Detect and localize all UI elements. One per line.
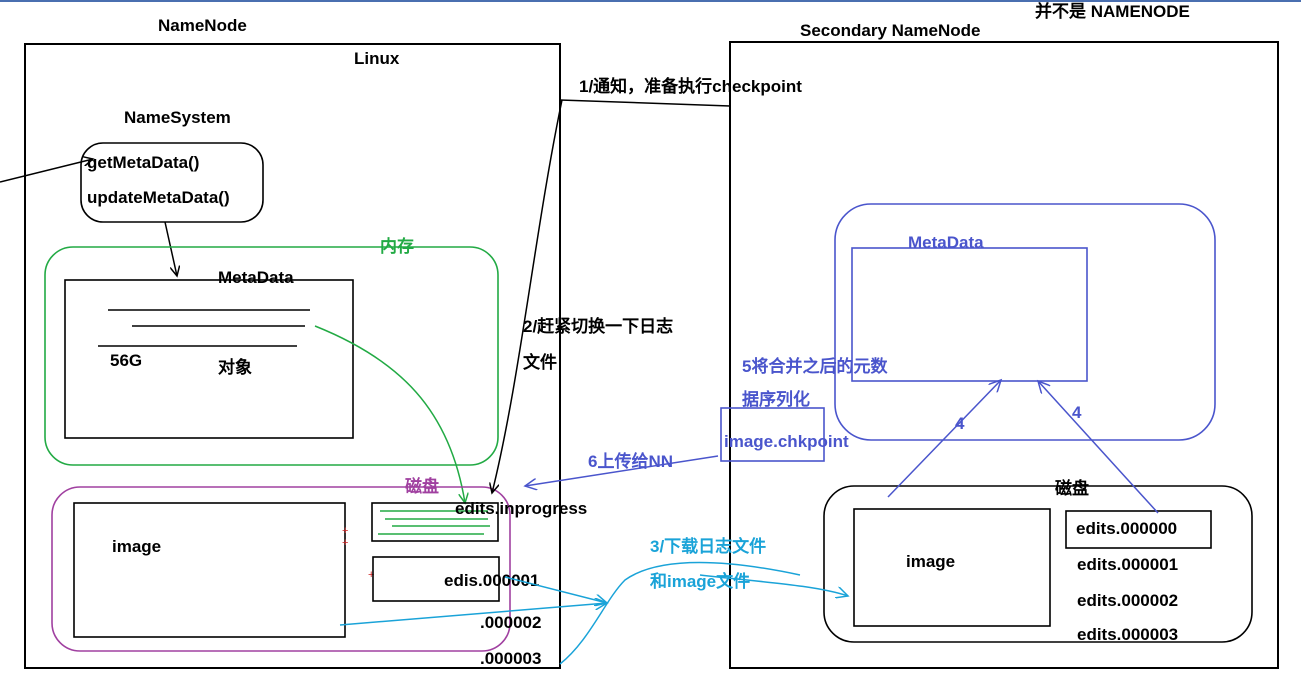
method-updatemetadata: updateMetaData(): [87, 188, 230, 207]
snn-disk-label: 磁盘: [1055, 478, 1089, 498]
step5-label-line1: 5将合并之后的元数: [742, 356, 888, 376]
nn-metadata-label: MetaData: [218, 268, 294, 287]
snn-memory-box: [834, 203, 1216, 441]
step3-image-download-line: [339, 603, 607, 626]
namenode-title: NameNode: [158, 16, 247, 35]
metadata-size: 56G: [110, 351, 142, 370]
secondary-title: Secondary NameNode: [800, 21, 980, 40]
linux-label: Linux: [354, 49, 400, 68]
snn-metadata-label: MetaData: [908, 233, 984, 252]
nn-edits-000002: .000002: [480, 613, 541, 632]
snn-edits-000001: edits.000001: [1077, 555, 1178, 574]
nn-image-box: [73, 502, 346, 638]
nn-edits-000001: edis.000001: [444, 571, 539, 590]
step1-notify-line: [559, 99, 731, 107]
step3-edits1-download-line: [504, 576, 607, 603]
nn-disk-label: 磁盘: [405, 476, 439, 496]
step6-label: 6上传给NN: [588, 451, 673, 471]
namesystem-label: NameSystem: [124, 108, 231, 127]
client-call-arrow: [0, 159, 93, 183]
diagram-canvas: NameNode Linux NameSystem getMetaData() …: [0, 0, 1301, 669]
red-mark-2: +: [342, 537, 348, 549]
method-getmetadata: getMetaData(): [87, 153, 199, 172]
step4-label-right: 4: [1072, 403, 1082, 422]
metadata-object: 对象: [218, 357, 252, 377]
nn-edits-000003: .000003: [480, 649, 541, 668]
step2-label-line2: 文件: [523, 352, 557, 372]
secondary-namenode-box: [729, 41, 1279, 669]
snn-edits-000002: edits.000002: [1077, 591, 1178, 610]
step2-roll-edits-arrow: [492, 99, 563, 493]
step5-label-line2: 据序列化: [742, 389, 810, 409]
step1-label: 1/通知，准备执行checkpoint: [579, 76, 802, 96]
step4-label-left: 4: [955, 414, 965, 433]
nn-metadata-box: [64, 279, 354, 439]
red-mark-1: +: [342, 525, 348, 537]
step3-label-line2: 和image文件: [650, 571, 750, 591]
snn-edits-000003: edits.000003: [1077, 625, 1178, 644]
chkpoint-label: image.chkpoint: [724, 432, 849, 451]
edits-inprogress-label: edits.inprogress: [455, 499, 587, 518]
checkpoint-diagram: NameNode Linux NameSystem getMetaData() …: [0, 0, 1301, 687]
snn-image-label: image: [906, 552, 955, 571]
step2-label-line1: 2/赶紧切换一下日志: [523, 316, 673, 336]
snn-edits-000000: edits.000000: [1076, 519, 1177, 538]
metadata-to-edits-arrow: [314, 325, 465, 503]
namesystem-to-metadata-arrow: [164, 221, 177, 276]
nn-image-label: image: [112, 537, 161, 556]
step4-image-load-arrow: [887, 380, 1001, 498]
memory-label: 内存: [380, 236, 414, 256]
step3-label-line1: 3/下载日志文件: [650, 536, 766, 556]
secondary-note: 并不是 NAMENODE: [1035, 1, 1190, 21]
